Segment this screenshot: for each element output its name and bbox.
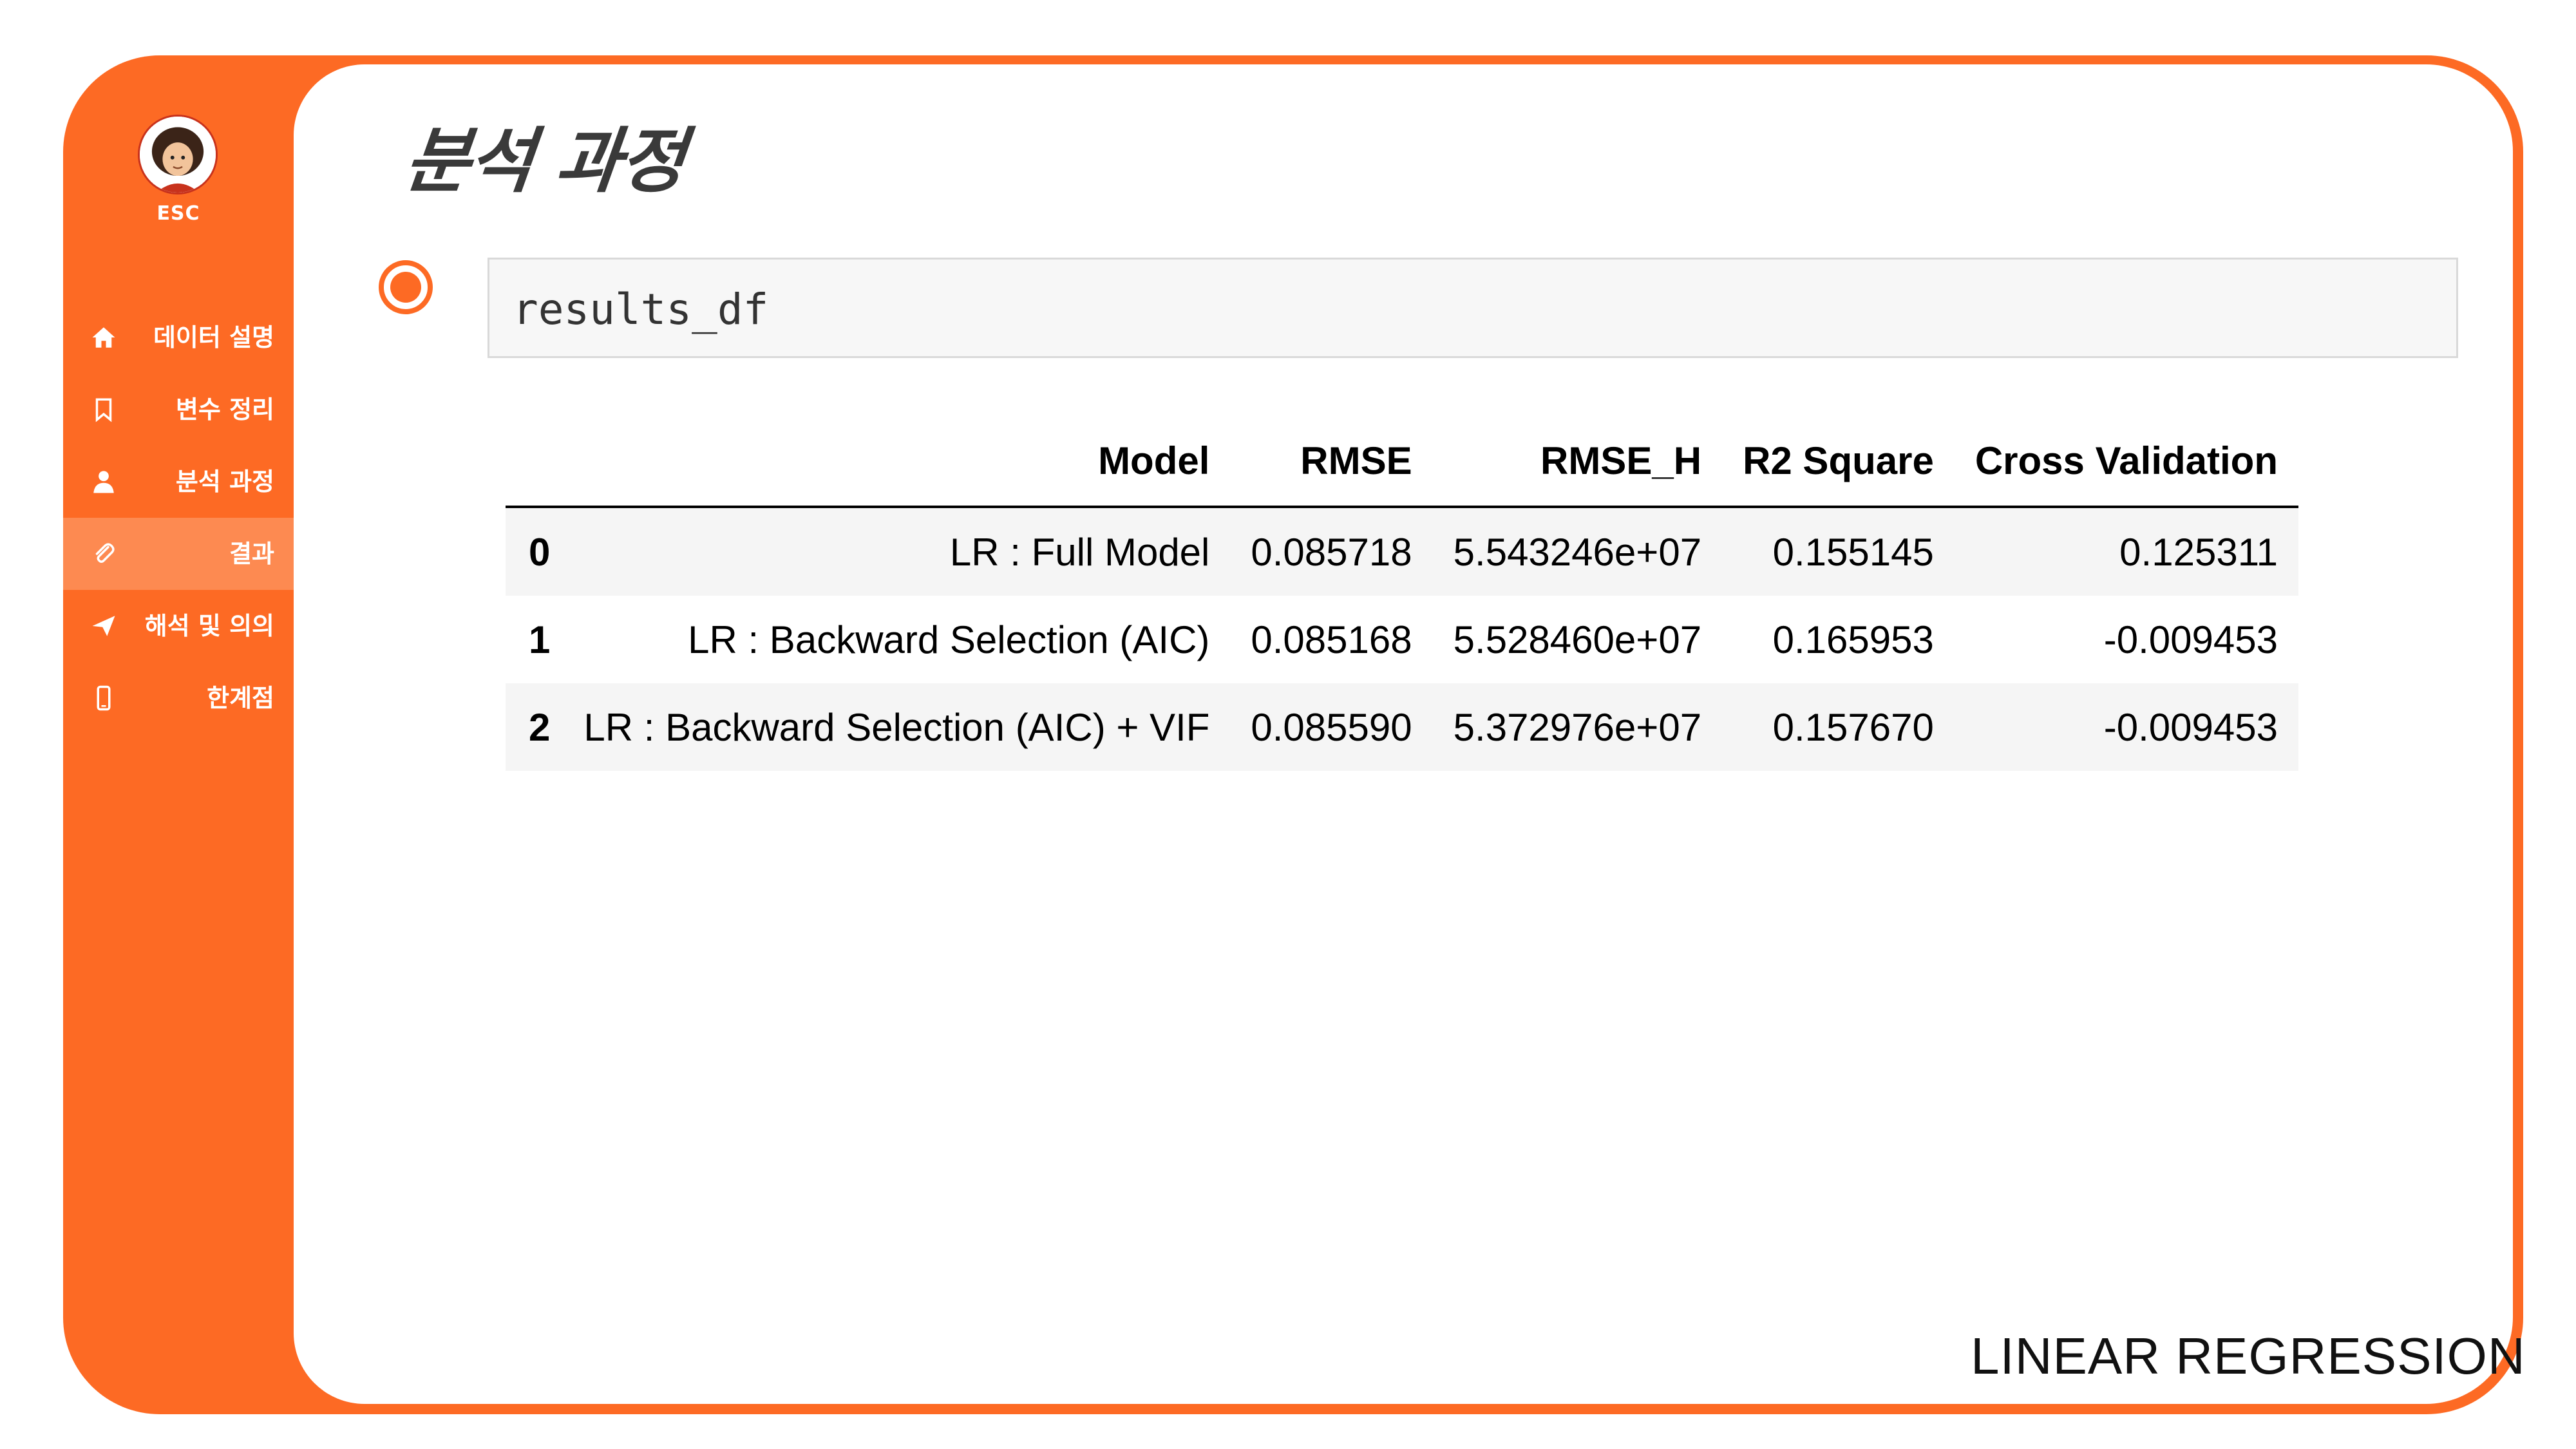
code-text: results_df — [513, 285, 769, 334]
logo-text: ESC — [156, 202, 200, 225]
results-table: Model RMSE RMSE_H R2 Square Cross Valida… — [506, 415, 2298, 771]
column-header: R2 Square — [1722, 415, 1955, 508]
page-title: 분석 과정 — [401, 120, 688, 202]
row-index: 2 — [506, 683, 564, 771]
table-row: 0 LR : Full Model 0.085718 5.543246e+07 … — [506, 507, 2298, 596]
phone-icon — [88, 683, 120, 714]
nav-item-label: 한계점 — [207, 684, 274, 712]
column-header-index — [506, 415, 564, 508]
table-cell: 0.157670 — [1722, 683, 1955, 771]
footer-label: LINEAR REGRESSION — [1971, 1327, 2526, 1385]
table-row: 1 LR : Backward Selection (AIC) 0.085168… — [506, 596, 2298, 683]
nav-item-results[interactable]: 결과 — [63, 518, 294, 590]
column-header: RMSE_H — [1432, 415, 1723, 508]
nav-item-variables[interactable]: 변수 정리 — [63, 374, 294, 446]
table-cell: LR : Backward Selection (AIC) + VIF — [563, 683, 1231, 771]
nav-item-label: 분석 과정 — [175, 468, 274, 496]
code-cell[interactable]: results_df — [488, 258, 2458, 358]
paperclip-icon — [88, 538, 120, 569]
table-row: 2 LR : Backward Selection (AIC) + VIF 0.… — [506, 683, 2298, 771]
row-index: 1 — [529, 618, 551, 661]
user-icon — [88, 466, 120, 497]
send-icon — [88, 611, 120, 641]
table-cell: -0.009453 — [2103, 618, 2278, 661]
table-cell: 5.528460e+07 — [1453, 618, 1702, 661]
nav-item-data-description[interactable]: 데이터 설명 — [63, 301, 294, 374]
avatar[interactable] — [138, 115, 218, 194]
column-header: RMSE — [1230, 415, 1433, 508]
nav-item-label: 해석 및 의의 — [144, 612, 274, 640]
nav-item-label: 변수 정리 — [175, 395, 274, 424]
nav-item-label: 데이터 설명 — [153, 323, 274, 352]
nav-item-analysis[interactable]: 분석 과정 — [63, 446, 294, 518]
home-icon — [88, 322, 120, 353]
nav-item-label: 결과 — [229, 540, 274, 568]
table-cell: 0.165953 — [1772, 618, 1934, 661]
nav-item-limitations[interactable]: 한계점 — [63, 662, 294, 734]
table-cell: 0.125311 — [1954, 507, 2298, 596]
table-cell: 0.085718 — [1230, 507, 1433, 596]
table-cell: 0.085168 — [1251, 618, 1412, 661]
table-cell: LR : Full Model — [563, 507, 1231, 596]
table-cell: LR : Backward Selection (AIC) — [688, 618, 1210, 661]
table-cell: 0.155145 — [1722, 507, 1955, 596]
table-cell: 5.372976e+07 — [1432, 683, 1723, 771]
column-header: Model — [563, 415, 1231, 508]
bullet-icon — [379, 260, 433, 314]
avatar-icon — [140, 117, 216, 193]
table-cell: 5.543246e+07 — [1432, 507, 1723, 596]
nav-item-interpretation[interactable]: 해석 및 의의 — [63, 590, 294, 662]
column-header: Cross Validation — [1954, 415, 2298, 508]
row-index: 0 — [506, 507, 564, 596]
table-header-row: Model RMSE RMSE_H R2 Square Cross Valida… — [506, 415, 2298, 508]
table-cell: -0.009453 — [1954, 683, 2298, 771]
table-cell: 0.085590 — [1230, 683, 1433, 771]
bookmark-icon — [88, 394, 120, 425]
sidebar: ESC 데이터 설명 변수 정리 분석 과정 결과 해석 및 의의 한계점 — [63, 55, 294, 1414]
